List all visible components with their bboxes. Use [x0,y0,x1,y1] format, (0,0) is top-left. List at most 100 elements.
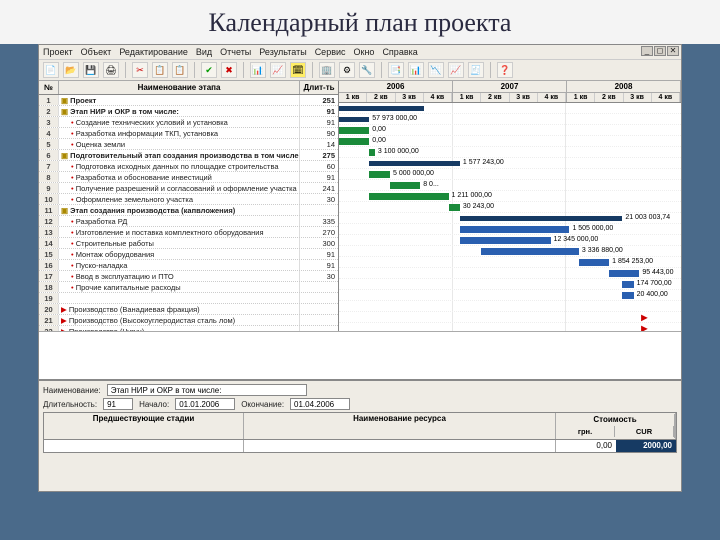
table-row[interactable]: 15• Монтаж оборудования91 [39,249,338,260]
field-name[interactable]: Этап НИР и ОКР в том числе: [107,384,307,396]
report4-icon[interactable]: 📈 [448,62,464,78]
gantt-row: 3 336 880,00 [339,246,681,257]
separator [243,62,244,78]
field-duration[interactable]: 91 [103,398,133,410]
bar-label: 95 443,00 [642,269,673,276]
table-row[interactable]: 4• Разработка информации ТКП, установка9… [39,128,338,139]
gantt-bar[interactable] [622,292,633,299]
gantt-area: № Наименование этапа Длит-ть 1▣ Проект25… [39,81,681,331]
building-icon[interactable]: 🏢 [319,62,335,78]
table-row[interactable]: 19 [39,293,338,304]
chart-icon[interactable]: 📊 [250,62,266,78]
report3-icon[interactable]: 📉 [428,62,444,78]
calendar-icon[interactable]: 🗓 [290,62,306,78]
menu-window[interactable]: Окно [354,47,375,57]
table-row[interactable]: 8• Разработка и обоснование инвестиций91 [39,172,338,183]
cell-pred[interactable] [44,440,244,452]
cell-resname[interactable] [244,440,556,452]
table-row[interactable]: 16• Пуско-наладка91 [39,260,338,271]
menu-results[interactable]: Результаты [259,47,306,57]
label-duration: Длительность: [43,400,97,409]
report2-icon[interactable]: 📊 [408,62,424,78]
table-row[interactable]: 9• Получение разрешений и согласований и… [39,183,338,194]
menu-edit[interactable]: Редактирование [119,47,188,57]
separator [490,62,491,78]
gantt-row: 21 003 003,74 [339,213,681,224]
open-icon[interactable]: 📂 [63,62,79,78]
gantt-row: 174 700,00 [339,279,681,290]
bar-label: 5 000 000,00 [393,170,434,177]
gantt-bar[interactable] [339,138,369,145]
gantt-bar[interactable] [481,248,579,255]
gantt-bar[interactable] [339,117,369,122]
report5-icon[interactable]: 🧾 [468,62,484,78]
table-row[interactable]: 10• Оформление земельного участка30 [39,194,338,205]
gantt-bar[interactable] [579,259,609,266]
gantt-bar[interactable] [339,106,424,111]
gantt-chart: 20061 кв2 кв3 кв4 кв20071 кв2 кв3 кв4 кв… [339,81,681,331]
bar-label: 1 505 000,00 [572,225,613,232]
table-row[interactable]: 6▣ Подготовительный этап создания произв… [39,150,338,161]
table-row[interactable]: 12• Разработка РД335 [39,216,338,227]
gantt-bar[interactable] [449,204,460,211]
table-row[interactable]: 7• Подготовка исходных данных по площадк… [39,161,338,172]
production-marker-icon: ▶ [641,313,647,322]
cancel-icon[interactable]: ✖ [221,62,237,78]
bar-label: 0,00 [372,126,386,133]
toolbar: 📄 📂 💾 🖨 ✂ 📋 📋 ✔ ✖ 📊 📈 🗓 🏢 ⚙ 🔧 📑 📊 📉 📈 🧾 … [39,60,681,81]
cut-icon[interactable]: ✂ [132,62,148,78]
menu-object[interactable]: Объект [81,47,112,57]
paste-icon[interactable]: 📋 [172,62,188,78]
gantt-bar[interactable] [390,182,420,189]
label-end: Окончание: [241,400,284,409]
resource-table: Предшествующие стадии Наименование ресур… [43,412,677,453]
cell-cur: 2000,00 [616,440,676,452]
table-row[interactable]: 20▶ Производство (Ванадиевая фракция) [39,304,338,315]
graph-icon[interactable]: 📈 [270,62,286,78]
table-row[interactable]: 21▶ Производство (Высокоуглеродистая ста… [39,315,338,326]
gantt-bar[interactable] [460,237,551,244]
gantt-bar[interactable] [609,270,639,277]
menu-project[interactable]: Проект [43,47,73,57]
copy-icon[interactable]: 📋 [152,62,168,78]
gantt-bar[interactable] [369,193,448,200]
table-row[interactable]: 2▣ Этап НИР и ОКР в том числе:91 [39,106,338,117]
help-icon[interactable]: ❓ [497,62,513,78]
table-row[interactable]: 18• Прочие капитальные расходы [39,282,338,293]
report1-icon[interactable]: 📑 [388,62,404,78]
check-icon[interactable]: ✔ [201,62,217,78]
wrench-icon[interactable]: 🔧 [359,62,375,78]
menu-reports[interactable]: Отчеты [220,47,251,57]
table-row[interactable]: 1▣ Проект251 [39,95,338,106]
field-end[interactable]: 01.04.2006 [290,398,350,410]
save-icon[interactable]: 💾 [83,62,99,78]
gear-icon[interactable]: ⚙ [339,62,355,78]
table-row[interactable]: 17• Ввод в эксплуатацию и ПТО30 [39,271,338,282]
minimize-button[interactable]: _ [641,46,653,56]
bar-label: 1 577 243,00 [463,159,504,166]
gantt-row: 8 0... [339,180,681,191]
gantt-bar[interactable] [369,161,460,166]
print-icon[interactable]: 🖨 [103,62,119,78]
gantt-bar[interactable] [460,226,570,233]
gantt-bar[interactable] [369,149,375,156]
gantt-bar[interactable] [369,171,390,178]
table-row[interactable]: 13• Изготовление и поставка комплектного… [39,227,338,238]
table-row[interactable]: 14• Строительные работы300 [39,238,338,249]
maximize-button[interactable]: ◻ [654,46,666,56]
table-row[interactable]: 3• Создание технических условий и устано… [39,117,338,128]
field-start[interactable]: 01.01.2006 [175,398,235,410]
gantt-bar[interactable] [622,281,633,288]
subcol-grn: грн. [556,426,615,437]
menu-view[interactable]: Вид [196,47,212,57]
close-button[interactable]: ✕ [667,46,679,56]
table-row[interactable]: 5• Оценка земли14 [39,139,338,150]
gantt-bar[interactable] [460,216,622,221]
gantt-bar[interactable] [339,127,369,134]
gantt-row: 5 000 000,00 [339,169,681,180]
menu-service[interactable]: Сервис [315,47,346,57]
table-row[interactable]: 11▣ Этап создания производства (капвложе… [39,205,338,216]
table-row[interactable]: 22▶ Производство (Чугун) [39,326,338,331]
new-icon[interactable]: 📄 [43,62,59,78]
menu-help[interactable]: Справка [382,47,417,57]
